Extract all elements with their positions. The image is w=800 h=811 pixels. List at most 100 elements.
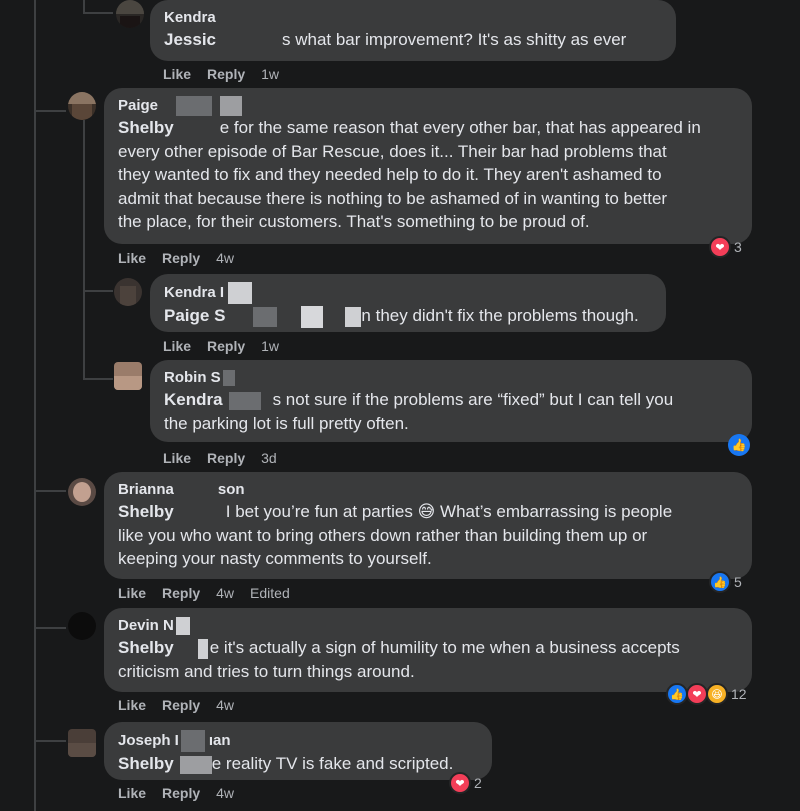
timestamp[interactable]: 1w <box>261 66 279 82</box>
redaction <box>216 30 282 51</box>
comment-author: Paige <box>118 96 738 117</box>
thread-line-elbow <box>83 12 113 14</box>
heart-icon: ❤ <box>449 772 471 794</box>
timestamp[interactable]: 4w <box>216 585 234 601</box>
reply-button[interactable]: Reply <box>207 66 245 82</box>
thumbs-up-icon: 👍 <box>666 683 688 705</box>
like-button[interactable]: Like <box>118 785 146 801</box>
reaction-summary[interactable]: 👍 ❤ 😆 12 <box>666 683 747 705</box>
author-name[interactable]: Paige <box>118 97 158 114</box>
comment-text: Paige Sn they didn't fix the problems th… <box>164 304 652 328</box>
comment-bubble: Kendra Jessic s what bar improvement? It'… <box>150 0 676 61</box>
redaction <box>173 503 226 522</box>
comment-author: Robin S <box>164 368 738 388</box>
avatar[interactable] <box>114 362 142 390</box>
thumbs-up-icon: 👍 <box>709 571 731 593</box>
redaction <box>180 730 205 752</box>
timestamp[interactable]: 1w <box>261 338 279 354</box>
comment-bubble: Joseph I ıan Shelby e reality TV is fake a… <box>104 722 492 780</box>
reaction-summary[interactable]: 👍 5 <box>709 571 742 593</box>
comment-bubble: Kendra I Paige Sn they didn't fix the pr… <box>150 274 666 332</box>
comment-actions: Like Reply 4w <box>118 250 250 266</box>
reply-button[interactable]: Reply <box>162 697 200 713</box>
haha-icon: 😆 <box>706 683 728 705</box>
comment-bubble: Brianna son Shelby I bet you’re fun at par… <box>104 472 752 579</box>
heart-icon: ❤ <box>686 683 708 705</box>
reaction-count: 2 <box>474 775 482 791</box>
comment-author: Joseph I ıan <box>118 730 478 752</box>
redaction <box>173 482 218 499</box>
reply-button[interactable]: Reply <box>162 785 200 801</box>
reaction-count: 5 <box>734 574 742 590</box>
comment-text: Jessic s what bar improvement? It's as sh… <box>164 30 627 51</box>
comment-bubble: Devin N Shelby e it's actually a sign of … <box>104 608 752 692</box>
thread-line-elbow <box>34 490 66 492</box>
comment-actions: Like Reply 4w <box>118 697 250 713</box>
reaction-summary[interactable]: ❤ 3 <box>709 236 742 258</box>
reaction-count: 12 <box>731 686 747 702</box>
author-name[interactable]: Devin N <box>118 617 174 634</box>
thread-line-branch <box>83 120 85 380</box>
reply-button[interactable]: Reply <box>207 450 245 466</box>
redaction <box>175 617 190 636</box>
avatar[interactable] <box>68 478 96 506</box>
comment-author[interactable]: Kendra <box>164 8 662 28</box>
thread-line-elbow <box>34 110 66 112</box>
author-name[interactable]: Robin S <box>164 369 221 386</box>
comment-actions: Like Reply 1w <box>163 338 295 354</box>
comment-text: Shelby e reality TV is fake and scripted. <box>118 754 454 774</box>
mention[interactable]: Jessic <box>164 30 216 49</box>
author-name[interactable]: Kendra I <box>164 284 224 301</box>
like-button[interactable]: Like <box>163 450 191 466</box>
redaction <box>253 306 278 327</box>
timestamp[interactable]: 4w <box>216 697 234 713</box>
reaction-count: 3 <box>734 239 742 255</box>
avatar[interactable] <box>68 612 96 640</box>
edited-label: Edited <box>250 585 290 601</box>
avatar[interactable] <box>114 278 142 306</box>
author-name[interactable]: Joseph I <box>118 732 179 749</box>
like-button[interactable]: Like <box>118 697 146 713</box>
comment-bubble: Paige Shelby e for the same reason that e… <box>104 88 752 244</box>
like-button[interactable]: Like <box>118 585 146 601</box>
comment-text: Shelby I bet you’re fun at parties 😅 What… <box>118 502 673 568</box>
comment-text: Kendra s not sure if the problems are “fi… <box>164 390 674 433</box>
mention[interactable]: Kendra <box>164 390 223 409</box>
reply-button[interactable]: Reply <box>207 338 245 354</box>
timestamp[interactable]: 4w <box>216 785 234 801</box>
author-name-suffix[interactable]: son <box>218 481 245 498</box>
redaction <box>301 305 324 328</box>
mention[interactable]: Paige S <box>164 306 225 325</box>
reply-button[interactable]: Reply <box>162 250 200 266</box>
redaction <box>222 370 235 387</box>
timestamp[interactable]: 4w <box>216 250 234 266</box>
comment-actions: Like Reply 3d <box>163 450 293 466</box>
like-button[interactable]: Like <box>163 338 191 354</box>
like-button[interactable]: Like <box>118 250 146 266</box>
avatar[interactable] <box>68 729 96 757</box>
mention[interactable]: Shelby <box>118 502 174 521</box>
mention[interactable]: Shelby <box>118 754 174 773</box>
redaction <box>176 96 213 117</box>
mention[interactable]: Shelby <box>118 118 174 137</box>
author-name[interactable]: Brianna <box>118 481 174 498</box>
thread-line-elbow <box>83 378 113 380</box>
avatar[interactable] <box>68 92 96 120</box>
mention[interactable]: Shelby <box>118 638 174 657</box>
comment-actions: Like Reply 4w <box>118 785 250 801</box>
heart-icon: ❤ <box>709 236 731 258</box>
author-name-suffix[interactable]: ıan <box>209 732 231 749</box>
reaction-summary[interactable]: ❤ 2 <box>449 772 482 794</box>
like-button[interactable]: Like <box>163 66 191 82</box>
redaction <box>345 306 362 327</box>
redaction <box>179 755 212 774</box>
comment-actions: Like Reply 4w Edited <box>118 585 306 601</box>
thread-line-main <box>34 0 36 811</box>
comment-author: Kendra I <box>164 282 652 304</box>
thumbs-up-icon[interactable]: 👍 <box>728 434 750 456</box>
thread-line-elbow <box>34 740 66 742</box>
redaction <box>173 118 220 139</box>
avatar[interactable] <box>116 0 144 28</box>
timestamp[interactable]: 3d <box>261 450 277 466</box>
reply-button[interactable]: Reply <box>162 585 200 601</box>
